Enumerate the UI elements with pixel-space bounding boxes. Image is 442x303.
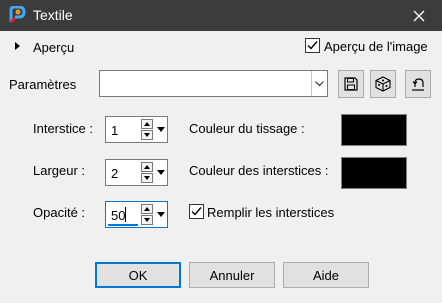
text-caret (125, 207, 126, 222)
chevron-down-icon[interactable] (311, 71, 327, 96)
interstice-value[interactable]: 1 (111, 123, 118, 138)
close-icon (413, 10, 425, 21)
cancel-button[interactable]: Annuler (189, 262, 275, 288)
checkmark-icon (191, 207, 202, 216)
opacite-stepper[interactable]: 50 (105, 201, 168, 228)
increment-arrow-icon[interactable] (141, 162, 153, 172)
preview-row: Aperçu Aperçu de l'image (0, 36, 442, 60)
close-button[interactable] (396, 0, 442, 31)
interstice-spin-arrows (141, 119, 153, 140)
preview-checkbox[interactable] (305, 38, 320, 53)
focus-indicator (108, 224, 138, 226)
floppy-disk-icon (344, 77, 358, 91)
gap-color-label: Couleur des interstices : (189, 163, 329, 178)
slider-dropdown-icon[interactable] (156, 162, 166, 183)
preview-checkbox-label[interactable]: Aperçu de l'image (324, 39, 428, 54)
interstice-label: Interstice : (33, 121, 93, 136)
help-button[interactable]: Aide (283, 262, 369, 288)
random-parameters-button[interactable] (370, 70, 396, 98)
presets-label: Paramètres (9, 77, 77, 92)
decrement-arrow-icon[interactable] (141, 215, 153, 225)
increment-arrow-icon[interactable] (141, 204, 153, 214)
preview-toggle-label[interactable]: Aperçu (33, 40, 74, 55)
opacite-value[interactable]: 50 (111, 208, 125, 223)
fill-gaps-label[interactable]: Remplir les interstices (207, 205, 334, 220)
weave-color-label: Couleur du tissage : (189, 121, 305, 136)
presets-dropdown[interactable] (99, 70, 328, 97)
decrement-arrow-icon[interactable] (141, 173, 153, 183)
increment-arrow-icon[interactable] (141, 119, 153, 129)
slider-dropdown-icon[interactable] (156, 204, 166, 225)
largeur-stepper[interactable]: 2 (105, 159, 168, 186)
title-bar: Textile (0, 0, 442, 31)
weave-color-swatch[interactable] (341, 114, 407, 146)
largeur-value[interactable]: 2 (111, 166, 118, 181)
slider-dropdown-icon[interactable] (156, 119, 166, 140)
expand-triangle-icon[interactable] (15, 42, 20, 50)
dice-icon (375, 76, 391, 92)
window-title: Textile (33, 7, 73, 23)
largeur-label: Largeur : (33, 163, 86, 178)
reset-parameters-button[interactable] (405, 70, 431, 98)
decrement-arrow-icon[interactable] (141, 130, 153, 140)
opacite-label: Opacité : (33, 205, 86, 220)
save-preset-button[interactable] (338, 70, 364, 98)
interstice-stepper[interactable]: 1 (105, 116, 168, 143)
gap-color-swatch[interactable] (341, 157, 407, 189)
reset-icon (412, 78, 424, 91)
app-logo-icon (8, 5, 26, 24)
opacite-spin-arrows (141, 204, 153, 225)
largeur-spin-arrows (141, 162, 153, 183)
ok-button[interactable]: OK (95, 262, 181, 288)
fill-gaps-checkbox[interactable] (189, 204, 204, 219)
checkmark-icon (307, 41, 318, 50)
